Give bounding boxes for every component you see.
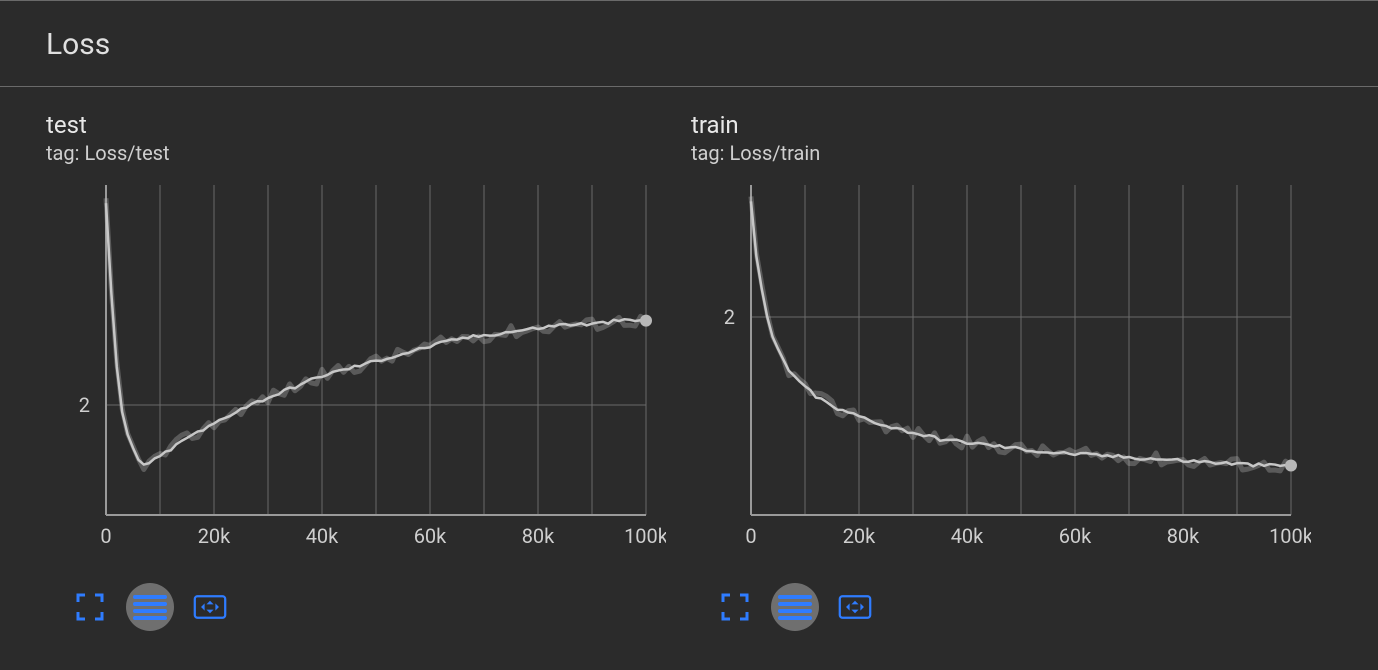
lines-icon [778,590,812,624]
svg-text:40k: 40k [306,524,339,548]
lines-icon [133,590,167,624]
fullscreen-icon [73,590,107,624]
svg-text:80k: 80k [522,524,555,548]
chart-test: test tag: Loss/test 0 20k 40k 60k 80k 100k 2 [46,111,691,631]
chart-title: train [691,111,1336,139]
chart-title: test [46,111,691,139]
chart-tag: tag: Loss/train [691,141,1336,165]
toggle-log-button[interactable] [771,583,819,631]
fit-domain-button[interactable] [831,583,879,631]
line-chart: 0 20k 40k 60k 80k 100k 2 [46,175,666,575]
fullscreen-icon [718,590,752,624]
fullscreen-button[interactable] [711,583,759,631]
svg-text:20k: 20k [198,524,231,548]
svg-text:60k: 60k [414,524,447,548]
fit-domain-icon [838,590,872,624]
chart-train: train tag: Loss/train 0 20k 40k 60k 80k 100k 2 [691,111,1336,631]
svg-text:0: 0 [745,524,756,548]
line-chart: 0 20k 40k 60k 80k 100k 2 [691,175,1311,575]
section-title: Loss [0,3,1378,87]
fit-domain-button[interactable] [186,583,234,631]
svg-text:100k: 100k [624,524,666,548]
svg-text:60k: 60k [1059,524,1092,548]
chart-tag: tag: Loss/test [46,141,691,165]
fullscreen-button[interactable] [66,583,114,631]
toggle-log-button[interactable] [126,583,174,631]
svg-text:100k: 100k [1269,524,1311,548]
svg-text:40k: 40k [951,524,984,548]
svg-text:80k: 80k [1167,524,1200,548]
fit-domain-icon [193,590,227,624]
svg-text:20k: 20k [843,524,876,548]
svg-text:2: 2 [724,305,735,329]
svg-text:0: 0 [100,524,111,548]
svg-text:2: 2 [79,393,90,417]
